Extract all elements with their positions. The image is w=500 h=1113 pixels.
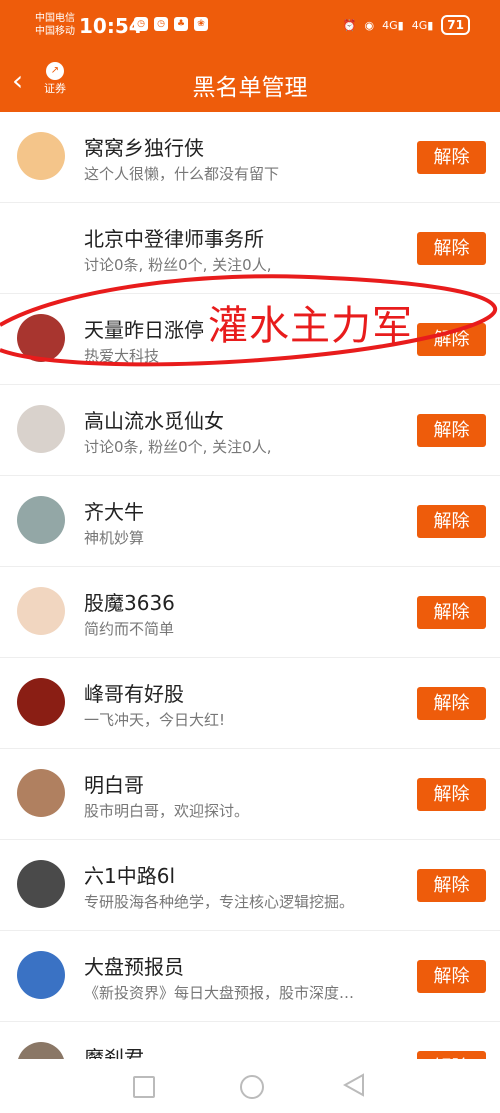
user-description: 热爱大科技	[84, 347, 160, 365]
unblock-button[interactable]: 解除	[417, 960, 486, 993]
user-name[interactable]: 大盘预报员	[84, 951, 184, 980]
user-name[interactable]: 天量昨日涨停	[84, 314, 204, 343]
blacklist: 窝窝乡独行侠 这个人很懒，什么都没有留下 解除 北京中登律师事务所 讨论0条, 粉丝0个…	[0, 112, 500, 1059]
list-item[interactable]: 齐大牛神机妙算 解除	[0, 476, 500, 567]
avatar[interactable]	[17, 587, 65, 635]
avatar[interactable]	[17, 769, 65, 817]
avatar[interactable]	[17, 860, 65, 908]
back-icon[interactable]	[343, 1073, 365, 1097]
alarm-icon: ⏰	[342, 18, 357, 32]
user-name[interactable]: 高山流水觅仙女	[84, 405, 224, 434]
user-description: 《新投资界》每日大盘预报，股市深度…	[84, 984, 355, 1002]
unblock-button[interactable]: 解除	[417, 232, 486, 265]
user-name[interactable]: 明白哥	[84, 769, 144, 798]
avatar[interactable]	[17, 132, 65, 180]
avatar[interactable]	[17, 405, 65, 453]
user-description: 神机妙算	[84, 529, 145, 547]
carrier-labels: 中国电信 中国移动	[35, 12, 75, 38]
notification-icon: ◷	[134, 17, 148, 31]
user-name[interactable]: 北京中登律师事务所	[84, 223, 264, 252]
avatar[interactable]	[17, 1042, 65, 1059]
page-title: 黑名单管理	[192, 75, 308, 101]
unblock-button[interactable]: 解除	[417, 1051, 486, 1059]
carrier-2: 中国移动	[35, 26, 75, 37]
unblock-button[interactable]: 解除	[417, 869, 486, 902]
system-status: ⏰ ◉ 4G▮ 4G▮ 71	[343, 15, 470, 35]
user-description: 简约而不简单	[84, 620, 175, 638]
unblock-button[interactable]: 解除	[417, 596, 486, 629]
user-name[interactable]: 魔刹君	[84, 1042, 144, 1059]
status-bar: 中国电信 中国移动 10:54 ◷ ◷ ♣ ❀ ⏰ ◉ 4G▮ 4G▮ 71	[0, 0, 500, 54]
user-description: 一飞冲天，今日大红!	[84, 711, 226, 729]
recent-apps-icon[interactable]	[133, 1076, 155, 1098]
list-item[interactable]: 魔刹君解除	[0, 1022, 500, 1059]
unblock-button[interactable]: 解除	[417, 323, 486, 356]
unblock-button[interactable]: 解除	[417, 414, 486, 447]
avatar[interactable]	[17, 496, 65, 544]
avatar[interactable]	[17, 678, 65, 726]
list-item[interactable]: 峰哥有好股一飞冲天，今日大红! 解除	[0, 658, 500, 749]
app-icon: ❀	[194, 17, 208, 31]
unblock-button[interactable]: 解除	[417, 505, 486, 538]
list-item[interactable]: 六1中路6l 专研股海各种绝学，专注核心逻辑挖掘。 解除	[0, 840, 500, 931]
avatar[interactable]	[17, 314, 65, 362]
user-name[interactable]: 股魔3636	[84, 587, 175, 616]
notification-icons: ◷ ◷ ♣ ❀	[134, 17, 208, 31]
list-item[interactable]: 明白哥股市明白哥，欢迎探讨。 解除	[0, 749, 500, 840]
user-name[interactable]: 窝窝乡独行侠	[84, 132, 204, 161]
list-item[interactable]: 北京中登律师事务所讨论0条, 粉丝0个, 关注0人, 解除	[0, 203, 500, 294]
avatar[interactable]	[17, 951, 65, 999]
user-name[interactable]: 六1中路6l	[84, 860, 175, 889]
user-name[interactable]: 峰哥有好股	[84, 678, 184, 707]
battery-icon: 71	[441, 15, 470, 35]
list-item[interactable]: 股魔3636 简约而不简单 解除	[0, 567, 500, 658]
user-description: 专研股海各种绝学，专注核心逻辑挖掘。	[84, 893, 355, 911]
unblock-button[interactable]: 解除	[417, 141, 486, 174]
list-item[interactable]: 高山流水觅仙女讨论0条, 粉丝0个, 关注0人, 解除	[0, 385, 500, 476]
list-item[interactable]: 大盘预报员《新投资界》每日大盘预报，股市深度… 解除	[0, 931, 500, 1022]
signal-icon-2: 4G▮	[411, 18, 434, 32]
unblock-button[interactable]: 解除	[417, 687, 486, 720]
user-description: 讨论0条, 粉丝0个, 关注0人,	[84, 438, 272, 456]
carrier-1: 中国电信	[35, 13, 75, 24]
user-description: 股市明白哥，欢迎探讨。	[84, 802, 250, 820]
user-description: 讨论0条, 粉丝0个, 关注0人,	[84, 256, 272, 274]
notification-icon: ◷	[154, 17, 168, 31]
nav-bar: ‹ ↗ 证券 黑名单管理	[0, 54, 500, 112]
home-icon[interactable]	[240, 1075, 264, 1099]
signal-icon-1: 4G▮	[382, 18, 404, 32]
user-name[interactable]: 齐大牛	[84, 496, 144, 525]
avatar[interactable]	[17, 223, 65, 271]
list-item[interactable]: 窝窝乡独行侠这个人很懒，什么都没有留下 解除	[0, 112, 500, 203]
system-nav-bar	[0, 1059, 500, 1113]
user-description: 这个人很懒，什么都没有留下	[84, 165, 280, 183]
list-item[interactable]: 天量昨日涨停热爱大科技 解除	[0, 294, 500, 385]
wifi-icon: ◉	[364, 18, 375, 32]
app-icon: ♣	[174, 17, 188, 31]
unblock-button[interactable]: 解除	[417, 778, 486, 811]
